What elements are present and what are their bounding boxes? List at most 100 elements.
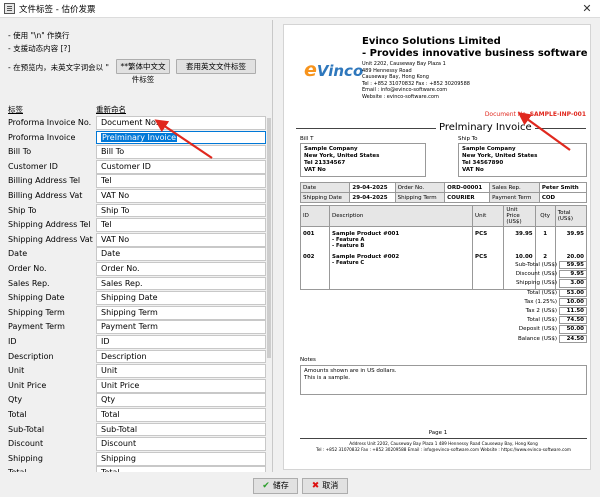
rename-field[interactable]: Sub-Total <box>96 422 266 437</box>
rename-field[interactable]: Shipping <box>96 451 266 466</box>
info-cell: 29-04-2025 <box>349 182 396 193</box>
rename-field[interactable]: Document No. <box>96 116 266 130</box>
label-row: Shipping Date Shipping Date <box>6 291 268 306</box>
total-row: Shipping (US$) 3.00 <box>484 279 587 288</box>
rename-field[interactable]: Bill To <box>96 145 266 159</box>
total-value: 74.50 <box>559 316 587 325</box>
info-cell: COD <box>538 192 588 203</box>
rename-field[interactable]: Order No. <box>96 262 266 276</box>
label-name: Shipping Term <box>8 307 65 317</box>
company-info-line: 489 Hennessy Road <box>362 67 412 74</box>
items-header: Qty <box>534 205 556 227</box>
address-line: New York, United States <box>462 153 538 159</box>
total-label: Tax (1.25%) <box>524 298 557 305</box>
item-desc: Sample Product #002- Feature C <box>329 250 474 267</box>
note-line: Amounts shown are in US dollars. <box>304 368 397 374</box>
save-button[interactable]: ✔ 储存 <box>253 478 298 494</box>
rename-field[interactable]: Sales Rep. <box>96 276 266 291</box>
info-cell: Shipping Term <box>394 192 446 203</box>
spacer-cell <box>299 267 331 290</box>
apply-english-labels-button[interactable]: 套用英文文件标签 <box>176 59 256 74</box>
rename-field[interactable]: Shipping Term <box>96 305 266 320</box>
rename-field[interactable]: Prelminary Invoice <box>96 130 266 145</box>
cross-icon: ✖ <box>311 481 320 491</box>
invoice-info-table: Date 29-04-2025 Order No. ORD-00001 Sales Re… <box>299 182 588 203</box>
item-id: 001 <box>299 226 331 250</box>
column-headers: 标签 重新命名 <box>6 104 266 114</box>
total-value: 9.95 <box>559 270 587 279</box>
info-cell: Peter Smith <box>538 182 588 193</box>
label-name: Total <box>8 468 27 472</box>
rename-field[interactable]: Ship To <box>96 203 266 218</box>
label-row: Total Total <box>6 466 268 472</box>
total-row: Total (US$) 74.50 <box>484 316 587 325</box>
label-name: Qty <box>8 395 23 405</box>
company-info-line: Email : info@evinco-software.com <box>362 87 448 93</box>
label-row: Shipping Address Tel Tel <box>6 218 268 233</box>
label-row: Qty Qty <box>6 393 268 408</box>
label-name: Unit Price <box>8 380 47 390</box>
label-row: Bill To Bill To <box>6 145 268 160</box>
label-name: Shipping Date <box>8 293 65 303</box>
rename-field[interactable]: Shipping Date <box>96 291 266 305</box>
rename-field[interactable]: Customer ID <box>96 159 266 174</box>
company-info-line: Unit 2202, Causeway Bay Plaza 1 <box>362 61 446 67</box>
note-line: This is a sample. <box>304 375 350 381</box>
label-name: Shipping Address Vat <box>8 234 93 244</box>
rename-field[interactable]: Discount <box>96 437 266 451</box>
label-row: Payment Term Payment Term <box>6 320 268 335</box>
scroll-thumb[interactable] <box>267 118 271 358</box>
rename-field[interactable]: Unit Price <box>96 378 266 393</box>
rename-field[interactable]: Total <box>96 466 266 472</box>
item-feature: - Feature C <box>332 260 365 266</box>
hint-newline: - 使用 "\n" 作换行 <box>8 31 70 40</box>
label-name: Order No. <box>8 264 47 273</box>
apply-chinese-labels-button[interactable]: **繁体中文文件标签 <box>116 59 170 84</box>
total-value: 24.50 <box>559 334 587 343</box>
preview-panel: eVinco Evinco Solutions Limited - Provid… <box>272 20 600 472</box>
rename-field[interactable]: Unit <box>96 364 266 378</box>
info-cell: Date <box>299 182 351 193</box>
label-row: Unit Price Unit Price <box>6 378 268 394</box>
rename-field[interactable]: ID <box>96 335 266 349</box>
address-line: New York, United States <box>304 153 380 159</box>
close-icon[interactable]: ✕ <box>580 2 594 16</box>
rename-field[interactable]: VAT No <box>96 232 266 247</box>
total-label: Total (US$) <box>527 289 557 296</box>
info-cell: Order No. <box>394 182 446 193</box>
rename-field[interactable]: Tel <box>96 174 266 189</box>
total-value: 11.50 <box>559 307 587 316</box>
rename-field[interactable]: VAT No <box>96 189 266 203</box>
total-value: 59.95 <box>559 261 587 270</box>
rename-field[interactable]: Payment Term <box>96 320 266 335</box>
label-row: Shipping Shipping <box>6 451 268 467</box>
label-row: Unit Unit <box>6 364 268 379</box>
document-title: Prelminary Invoice <box>436 122 535 133</box>
rename-field[interactable]: Total <box>96 408 266 422</box>
total-value: 3.00 <box>559 279 587 288</box>
rename-field[interactable]: Description <box>96 349 266 364</box>
spacer-cell <box>329 267 474 290</box>
cancel-button[interactable]: ✖ 取消 <box>302 478 348 494</box>
label-name: Bill To <box>8 147 32 157</box>
info-cell: Shipping Date <box>299 192 351 203</box>
label-row: Customer ID Customer ID <box>6 159 268 175</box>
footer-contact: Tel : +852 31070832 Fax : +852 30209588 … <box>316 447 571 452</box>
rename-field[interactable]: Qty <box>96 393 266 408</box>
rename-field[interactable]: Date <box>96 247 266 262</box>
item-qty: 1 <box>534 226 556 250</box>
total-label: Discount (US$) <box>515 271 557 278</box>
window-title: 文件标签 - 估价发票 <box>19 4 96 15</box>
label-name: Date <box>8 249 28 259</box>
hint-dynamic[interactable]: - 支援动态内容 [?] <box>8 43 70 54</box>
info-cell: Sales Rep. <box>489 182 540 193</box>
hint-preview: - 在预览内，未英文字词会以 " <box>8 63 109 72</box>
label-row: Billing Address Tel Tel <box>6 174 268 189</box>
label-name: Unit <box>8 366 25 376</box>
label-name: Sales Rep. <box>8 278 50 288</box>
address-line: VAT No <box>304 167 326 173</box>
label-name: Discount <box>8 439 44 449</box>
total-row: Total (US$) 53.00 <box>484 288 587 297</box>
rename-field[interactable]: Tel <box>96 218 266 232</box>
total-row: Tax (1.25%) 10.00 <box>484 297 587 306</box>
